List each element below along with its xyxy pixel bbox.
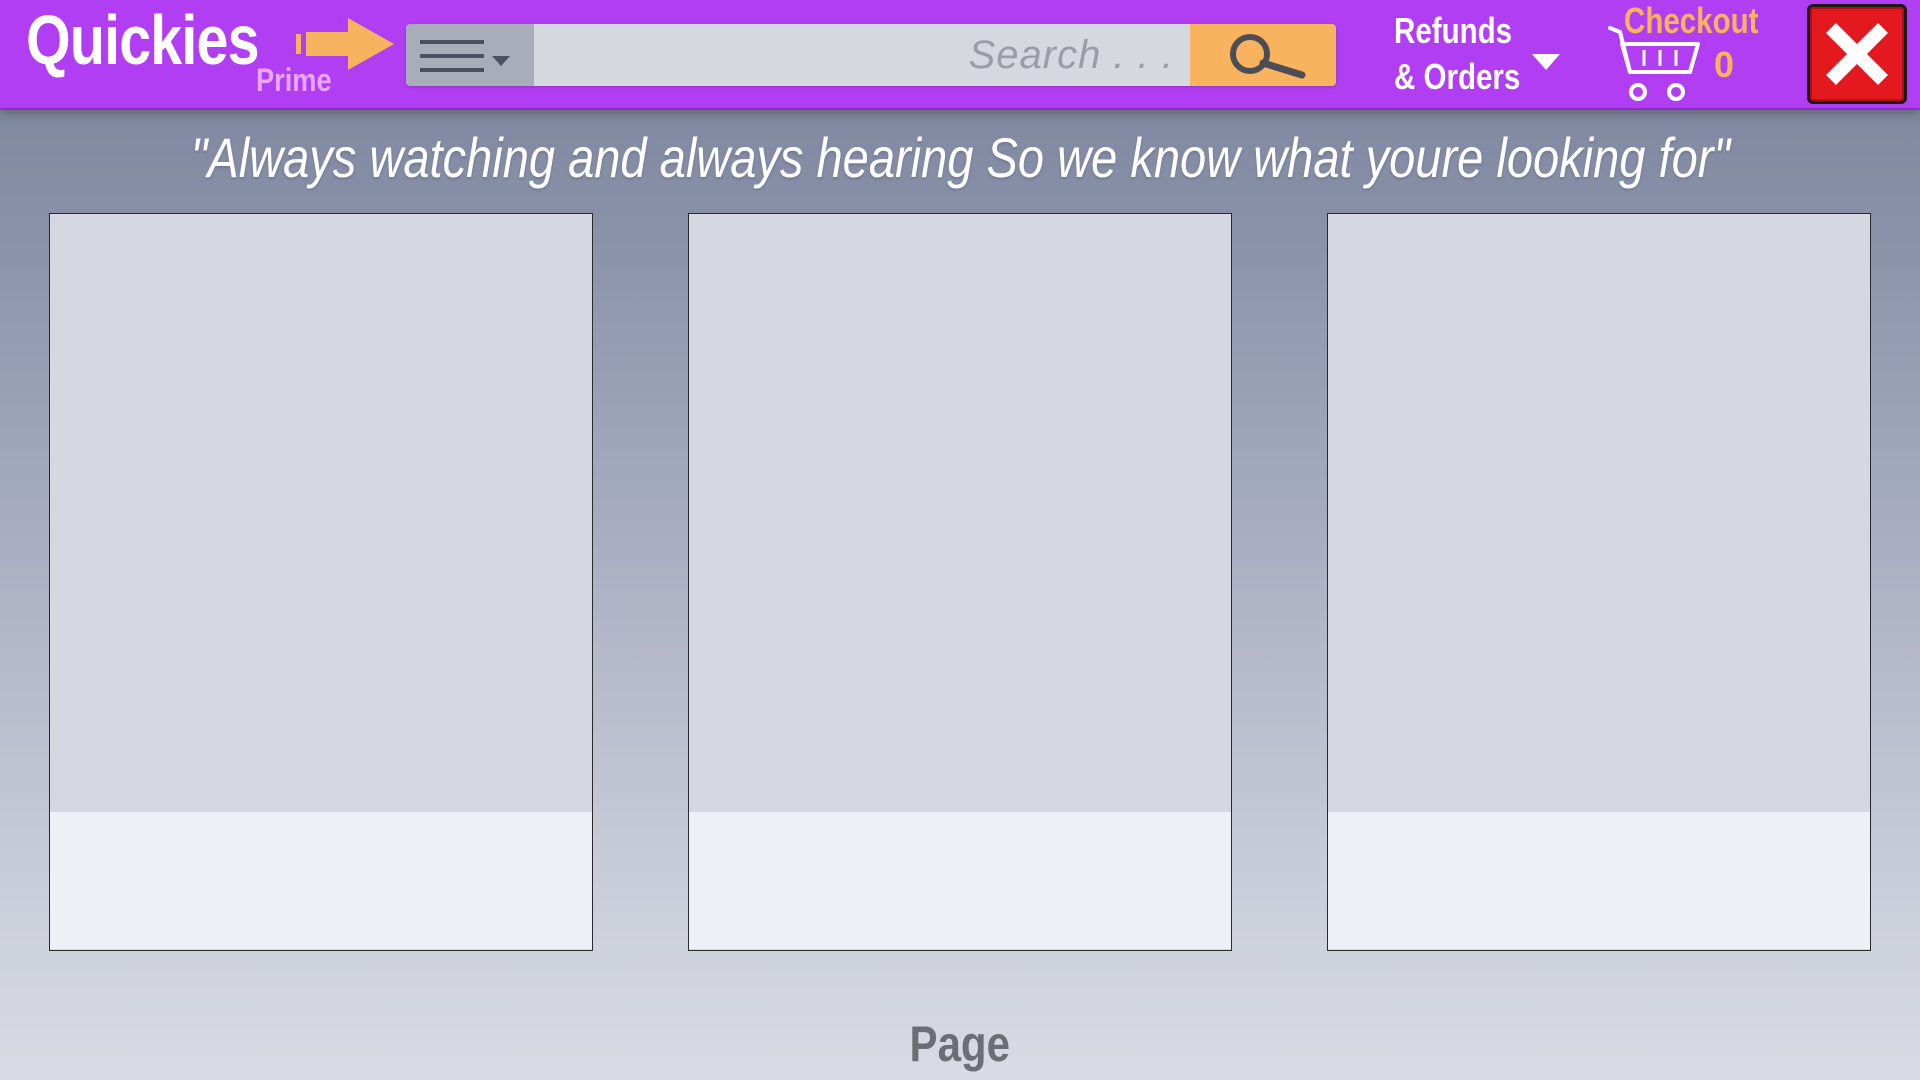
logo-title: Quickies: [26, 1, 260, 79]
product-image-placeholder: [1328, 214, 1870, 812]
product-card[interactable]: [1327, 213, 1871, 951]
shopping-cart-icon: [1608, 26, 1700, 101]
product-card[interactable]: [49, 213, 593, 951]
product-info-placeholder: [689, 812, 1231, 949]
logo-subtitle: Prime: [256, 62, 332, 98]
caret-down-icon: [1532, 54, 1560, 70]
menu-button[interactable]: [406, 24, 534, 86]
logo[interactable]: Quickies Prime: [26, 1, 394, 102]
product-info-placeholder: [1328, 812, 1870, 949]
page-label[interactable]: Page: [910, 1012, 1010, 1076]
tagline: "Always watching and always hearing So w…: [0, 122, 1920, 194]
cart-count: 0: [1714, 44, 1735, 85]
close-icon: [1826, 23, 1888, 85]
search-button[interactable]: [1190, 24, 1336, 86]
close-button[interactable]: [1807, 4, 1907, 104]
checkout-button[interactable]: Checkout 0: [1604, 0, 1784, 104]
tagline-text: "Always watching and always hearing So w…: [190, 126, 1730, 189]
search-bar: [406, 24, 1336, 86]
refunds-label: Refunds: [1394, 10, 1513, 51]
pagination: Page: [0, 1012, 1920, 1076]
product-image-placeholder: [50, 214, 592, 812]
hamburger-menu-icon: [420, 40, 510, 72]
product-image-placeholder: [689, 214, 1231, 812]
product-info-placeholder: [50, 812, 592, 949]
search-input[interactable]: [534, 24, 1190, 86]
refunds-orders-menu[interactable]: Refunds & Orders: [1390, 8, 1570, 100]
orders-label: & Orders: [1394, 56, 1521, 97]
product-card[interactable]: [688, 213, 1232, 951]
top-navbar: Quickies Prime Refunds & Orders: [0, 0, 1920, 110]
search-icon: [1230, 34, 1306, 79]
